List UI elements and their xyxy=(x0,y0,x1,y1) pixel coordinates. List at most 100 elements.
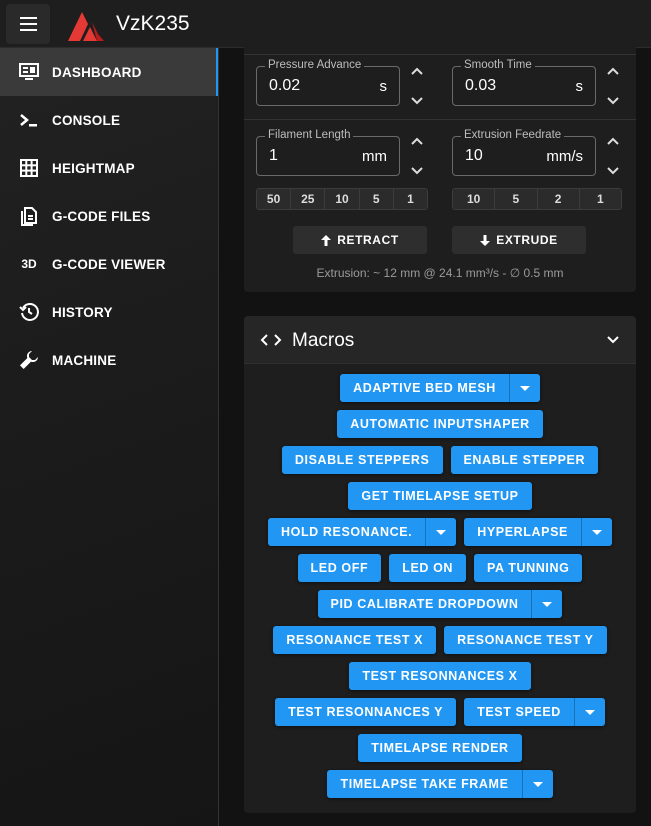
macro-button-label: TEST RESONNANCES Y xyxy=(288,705,444,719)
menu-down-icon xyxy=(436,529,447,535)
macro-button[interactable]: ADAPTIVE BED MESH xyxy=(340,374,540,402)
smooth-time-field[interactable]: Smooth Time 0.03 s xyxy=(452,59,596,106)
retract-label: RETRACT xyxy=(337,233,399,247)
chevron-up-icon[interactable] xyxy=(410,136,424,146)
macros-card: Macros ADAPTIVE BED MESH AUTOMATIC INPUTS… xyxy=(244,316,636,813)
field-value: 0.02 xyxy=(269,77,301,94)
menu-down-icon xyxy=(532,781,543,787)
macro-dropdown-button[interactable] xyxy=(531,590,562,618)
macro-row: PID CALIBRATE DROPDOWN xyxy=(244,590,636,618)
3d-icon: 3D xyxy=(21,257,37,271)
logo-icon xyxy=(66,8,106,47)
sidebar-item-label: HEIGHTMAP xyxy=(52,160,135,176)
extrusion-feedrate-stepper xyxy=(604,136,622,176)
sidebar-item-label: G-CODE FILES xyxy=(52,208,151,224)
length-preset-button[interactable]: 5 xyxy=(359,189,394,209)
extrusion-feedrate-field[interactable]: Extrusion Feedrate 10 mm/s xyxy=(452,129,596,176)
macro-button[interactable]: TIMELAPSE TAKE FRAME xyxy=(327,770,553,798)
arrow-down-icon xyxy=(480,234,491,246)
chevron-up-icon[interactable] xyxy=(606,66,620,76)
macro-button[interactable]: TEST RESONNANCES Y xyxy=(275,698,457,726)
macro-button[interactable]: PA TUNNING xyxy=(474,554,583,582)
field-unit: s xyxy=(379,78,388,95)
macro-button[interactable]: PID CALIBRATE DROPDOWN xyxy=(317,590,563,618)
macro-button[interactable]: RESONANCE TEST X xyxy=(273,626,437,654)
pressure-advance-field[interactable]: Pressure Advance 0.02 s xyxy=(256,59,400,106)
extruder-card: Pressure Advance 0.02 s Smooth Time 0.03… xyxy=(244,44,636,292)
sidebar-item-label: DASHBOARD xyxy=(52,64,142,80)
chevron-down-icon[interactable] xyxy=(606,96,620,106)
smooth-time-stepper xyxy=(604,66,622,106)
chevron-down-icon[interactable] xyxy=(410,166,424,176)
macro-button-label: TEST SPEED xyxy=(477,705,561,719)
macro-row: LED OFF LED ON PA TUNNING xyxy=(244,554,636,582)
macro-dropdown-button[interactable] xyxy=(425,518,456,546)
file-document-icon xyxy=(18,205,40,227)
sidebar-item-console[interactable]: CONSOLE xyxy=(0,96,218,144)
macro-button[interactable]: GET TIMELAPSE SETUP xyxy=(348,482,532,510)
macro-button[interactable]: DISABLE STEPPERS xyxy=(281,446,443,474)
macro-row: DISABLE STEPPERS ENABLE STEPPER xyxy=(244,446,636,474)
length-preset-button[interactable]: 50 xyxy=(257,189,292,209)
chevron-down-icon[interactable] xyxy=(606,335,620,345)
macro-button[interactable]: TEST SPEED xyxy=(464,698,605,726)
menu-down-icon xyxy=(542,601,553,607)
chevron-up-icon[interactable] xyxy=(606,136,620,146)
field-value: 10 xyxy=(465,147,483,164)
macro-button[interactable]: TIMELAPSE RENDER xyxy=(358,734,522,762)
macro-button[interactable]: AUTOMATIC INPUTSHAPER xyxy=(337,410,543,438)
extrusion-info: Extrusion: ~ 12 mm @ 24.1 mm³/s - ∅ 0.5 … xyxy=(316,266,564,280)
macro-row: AUTOMATIC INPUTSHAPER xyxy=(244,410,636,438)
macro-dropdown-button[interactable] xyxy=(508,374,540,402)
menu-icon[interactable] xyxy=(6,4,50,44)
chevron-down-icon[interactable] xyxy=(410,96,424,106)
retract-button[interactable]: RETRACT xyxy=(293,226,427,254)
macros-header[interactable]: Macros xyxy=(244,316,636,364)
length-preset-group: 50 25 10 5 1 xyxy=(256,188,428,210)
macro-row: RESONANCE TEST X RESONANCE TEST Y xyxy=(244,626,636,654)
macro-button[interactable]: TEST RESONNANCES X xyxy=(349,662,531,690)
sidebar-item-dashboard[interactable]: DASHBOARD xyxy=(0,48,218,96)
macro-button[interactable]: LED OFF xyxy=(297,554,382,582)
macro-button-label: TIMELAPSE RENDER xyxy=(371,741,509,755)
filament-length-field[interactable]: Filament Length 1 mm xyxy=(256,129,400,176)
extrude-button[interactable]: EXTRUDE xyxy=(452,226,586,254)
length-preset-button[interactable]: 10 xyxy=(325,189,360,209)
feedrate-preset-button[interactable]: 10 xyxy=(453,189,496,209)
macro-row: TIMELAPSE TAKE FRAME xyxy=(244,770,636,798)
sidebar-item-gcode-files[interactable]: G-CODE FILES xyxy=(0,192,218,240)
macro-button-label: LED OFF xyxy=(310,561,369,575)
macro-button-label: DISABLE STEPPERS xyxy=(294,453,430,467)
arrow-up-icon xyxy=(321,234,332,246)
app-bar: VzK235 xyxy=(0,0,651,48)
length-preset-button[interactable]: 1 xyxy=(393,189,427,209)
field-value: 1 xyxy=(269,147,278,164)
sidebar-item-history[interactable]: HISTORY xyxy=(0,288,218,336)
macro-button-label: RESONANCE TEST Y xyxy=(457,633,594,647)
macro-button-label: ENABLE STEPPER xyxy=(463,453,586,467)
feedrate-preset-button[interactable]: 5 xyxy=(495,189,538,209)
macro-dropdown-button[interactable] xyxy=(573,698,605,726)
sidebar-item-machine[interactable]: MACHINE xyxy=(0,336,218,384)
feedrate-preset-group: 10 5 2 1 xyxy=(452,188,622,210)
field-unit: mm xyxy=(362,148,387,165)
field-unit: mm/s xyxy=(546,148,583,165)
length-preset-button[interactable]: 25 xyxy=(291,189,326,209)
macro-row: TEST RESONNANCES X xyxy=(244,662,636,690)
feedrate-preset-button[interactable]: 1 xyxy=(579,189,621,209)
macro-button[interactable]: LED ON xyxy=(389,554,467,582)
sidebar-item-heightmap[interactable]: HEIGHTMAP xyxy=(0,144,218,192)
sidebar-item-gcode-viewer[interactable]: 3D G-CODE VIEWER xyxy=(0,240,218,288)
chevron-down-icon[interactable] xyxy=(606,166,620,176)
macro-dropdown-button[interactable] xyxy=(580,518,612,546)
macro-button[interactable]: ENABLE STEPPER xyxy=(450,446,599,474)
macro-row: HOLD RESONANCE. HYPERLAPSE xyxy=(244,518,636,546)
feedrate-preset-button[interactable]: 2 xyxy=(537,189,580,209)
macro-button[interactable]: HYPERLAPSE xyxy=(464,518,612,546)
macro-button[interactable]: RESONANCE TEST Y xyxy=(444,626,607,654)
macro-dropdown-button[interactable] xyxy=(521,770,553,798)
divider xyxy=(244,54,636,55)
macro-button[interactable]: HOLD RESONANCE. xyxy=(268,518,457,546)
history-icon xyxy=(18,301,40,323)
chevron-up-icon[interactable] xyxy=(410,66,424,76)
